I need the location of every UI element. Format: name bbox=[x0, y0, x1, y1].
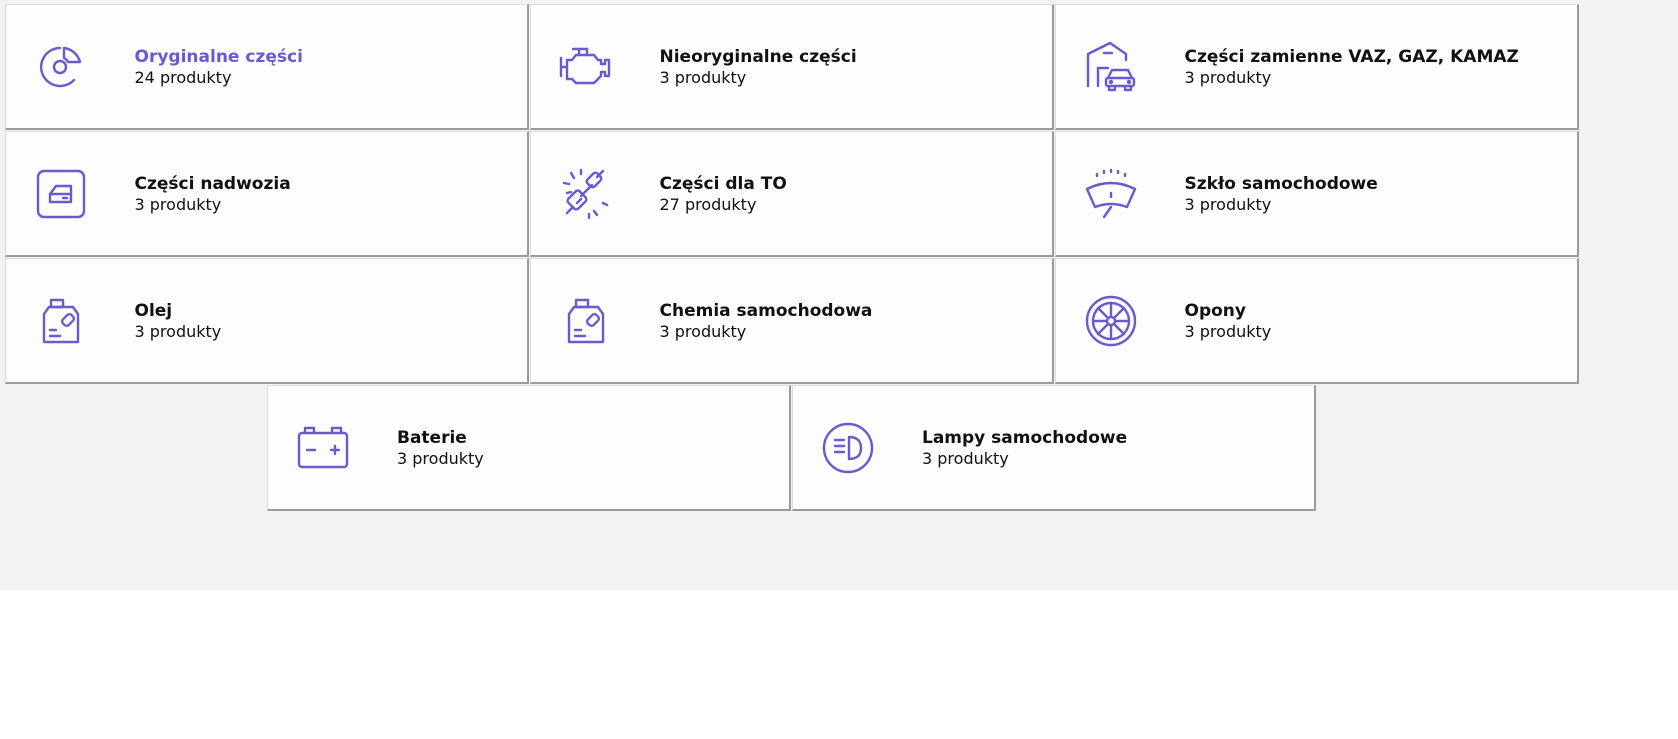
category-count: 3 produkty bbox=[397, 449, 484, 468]
category-title: Opony bbox=[1184, 301, 1246, 321]
category-card-czesci-dla-to[interactable]: Części dla TO 27 produkty bbox=[529, 131, 1054, 257]
category-title: Części zamienne VAZ, GAZ, KAMAZ bbox=[1184, 47, 1519, 67]
category-card-szklo-samochodowe[interactable]: Szkło samochodowe 3 produkty bbox=[1054, 131, 1579, 257]
category-count: 3 produkty bbox=[1184, 322, 1272, 341]
category-title: Chemia samochodowa bbox=[659, 301, 873, 321]
categories-panel: Oryginalne części 24 produkty Nieorygina… bbox=[0, 0, 1678, 590]
category-card-olej[interactable]: Olej 3 produkty bbox=[4, 258, 529, 384]
oil-canister-icon bbox=[34, 294, 88, 348]
category-count: 3 produkty bbox=[1184, 195, 1272, 214]
spark-plug-icon bbox=[559, 167, 613, 221]
category-count: 3 produkty bbox=[659, 68, 747, 87]
windshield-wiper-icon bbox=[1084, 167, 1138, 221]
category-title: Oryginalne części bbox=[134, 47, 303, 67]
category-count: 3 produkty bbox=[134, 195, 222, 214]
category-count: 24 produkty bbox=[134, 68, 232, 87]
category-card-opony[interactable]: Opony 3 produkty bbox=[1054, 258, 1579, 384]
category-card-oryginalne-czesci[interactable]: Oryginalne części 24 produkty bbox=[4, 4, 529, 130]
car-door-icon bbox=[34, 167, 88, 221]
engine-icon bbox=[559, 40, 613, 94]
category-card-chemia-samochodowa[interactable]: Chemia samochodowa 3 produkty bbox=[529, 258, 1054, 384]
category-title: Baterie bbox=[397, 428, 467, 448]
category-title: Szkło samochodowe bbox=[1184, 174, 1378, 194]
category-count: 3 produkty bbox=[134, 322, 222, 341]
category-title: Części nadwozia bbox=[134, 174, 291, 194]
tire-wheel-icon bbox=[1084, 294, 1138, 348]
headlight-icon bbox=[821, 421, 875, 475]
category-count: 27 produkty bbox=[659, 195, 757, 214]
category-card-nieoryginalne-czesci[interactable]: Nieoryginalne części 3 produkty bbox=[529, 4, 1054, 130]
category-card-baterie[interactable]: Baterie 3 produkty bbox=[267, 385, 791, 511]
category-card-czesci-zamienne-vaz[interactable]: Części zamienne VAZ, GAZ, KAMAZ 3 produk… bbox=[1054, 4, 1579, 130]
category-title: Części dla TO bbox=[659, 174, 787, 194]
category-title: Lampy samochodowe bbox=[922, 428, 1128, 448]
chemical-canister-icon bbox=[559, 294, 613, 348]
category-card-czesci-nadwozia[interactable]: Części nadwozia 3 produkty bbox=[4, 131, 529, 257]
category-count: 3 produkty bbox=[659, 322, 747, 341]
category-title: Nieoryginalne części bbox=[659, 47, 857, 67]
category-grid: Oryginalne części 24 produkty Nieorygina… bbox=[4, 4, 1580, 512]
category-count: 3 produkty bbox=[1184, 68, 1272, 87]
brake-disc-icon bbox=[34, 40, 88, 94]
category-card-lampy-samochodowe[interactable]: Lampy samochodowe 3 produkty bbox=[792, 385, 1316, 511]
garage-car-icon bbox=[1084, 40, 1138, 94]
category-count: 3 produkty bbox=[922, 449, 1009, 468]
category-title: Olej bbox=[134, 301, 173, 321]
battery-icon bbox=[296, 421, 350, 475]
